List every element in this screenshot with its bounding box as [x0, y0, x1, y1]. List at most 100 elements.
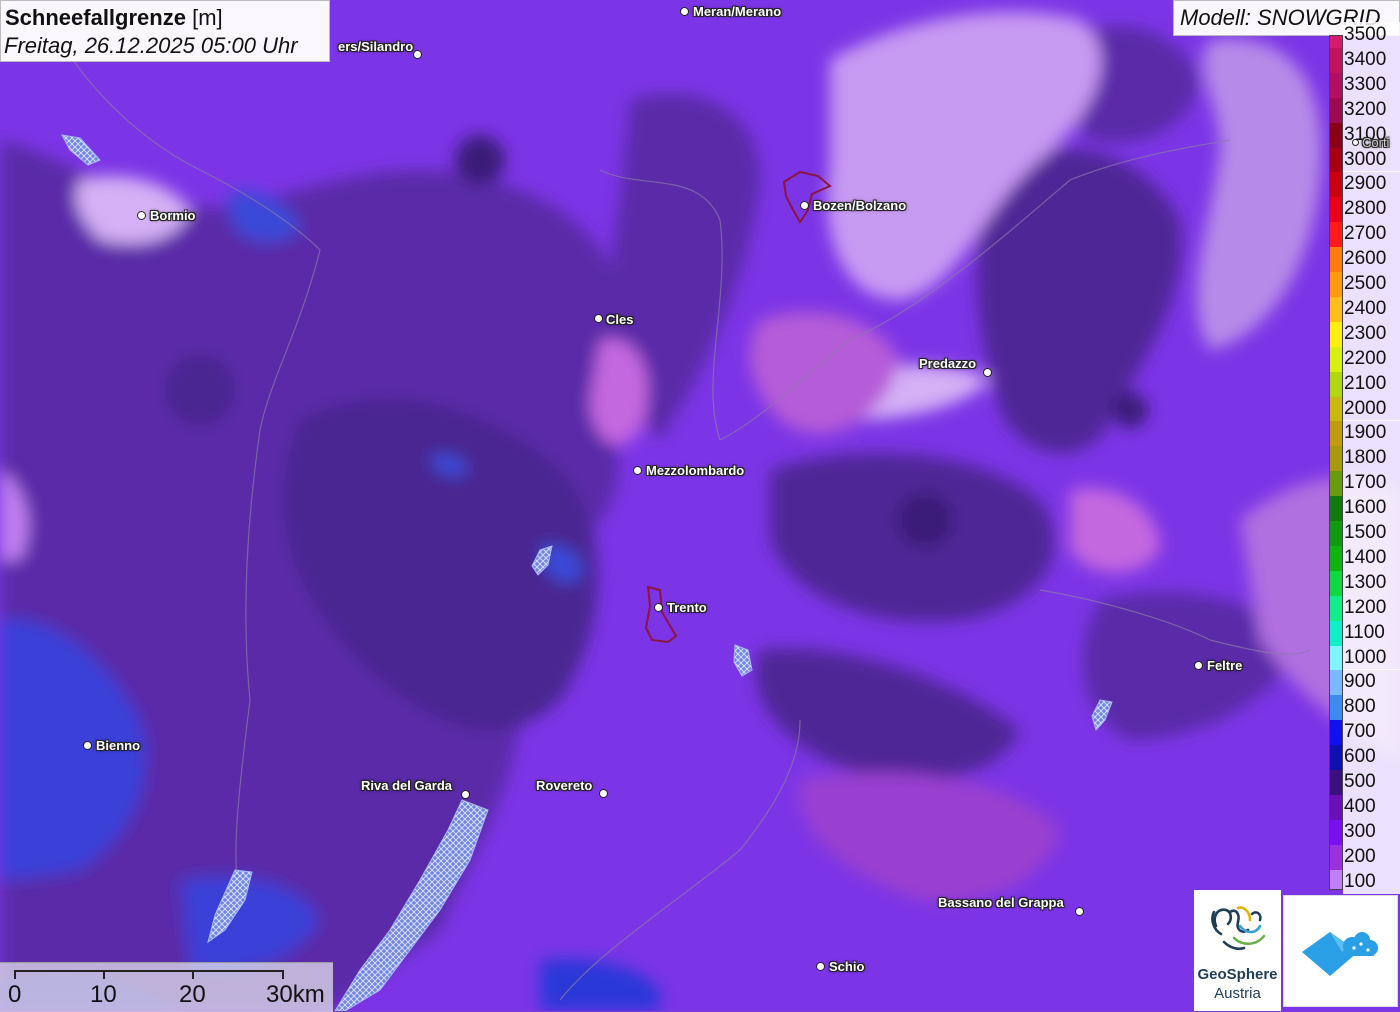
- legend-swatch-2000: [1330, 396, 1342, 422]
- city-label-riva-del-garda[interactable]: Riva del Garda: [361, 778, 452, 793]
- legend-swatch-2300: [1330, 321, 1342, 347]
- title-parameter-name: Schneefallgrenze: [5, 5, 186, 30]
- legend-swatch-900: [1330, 670, 1342, 696]
- scale-label-0: 0: [8, 981, 22, 1008]
- snowfall-limit-map[interactable]: [0, 0, 1400, 1011]
- scale-label-10: 10: [90, 981, 117, 1008]
- city-dot-riva-del-garda[interactable]: [461, 790, 470, 799]
- scale-tick-10: [103, 970, 105, 979]
- city-dot-bienno[interactable]: [83, 741, 92, 750]
- legend-swatch-100: [1330, 869, 1342, 889]
- legend-label-1200: 1200: [1343, 594, 1400, 620]
- city-dot-feltre[interactable]: [1194, 661, 1203, 670]
- legend-label-3200: 3200: [1343, 96, 1400, 122]
- scale-tick-30: [282, 970, 284, 979]
- city-dot-silandro[interactable]: [413, 50, 422, 59]
- city-dot-cortina[interactable]: [1352, 139, 1359, 146]
- legend-label-900: 900: [1343, 669, 1400, 695]
- city-dot-bolzano[interactable]: [800, 201, 809, 210]
- legend-swatch-3200: [1330, 97, 1342, 123]
- mountain-cloud-icon: [1302, 932, 1378, 976]
- city-label-cles[interactable]: Cles: [606, 312, 633, 327]
- scale-label-30km: 30km: [266, 981, 325, 1008]
- city-label-feltre[interactable]: Feltre: [1207, 658, 1242, 673]
- legend-swatch-1000: [1330, 645, 1342, 671]
- legend-swatch-800: [1330, 695, 1342, 721]
- legend-swatch-1500: [1330, 521, 1342, 546]
- city-label-mezzolombardo[interactable]: Mezzolombardo: [646, 463, 744, 478]
- legend-swatch-1600: [1330, 496, 1342, 522]
- city-dot-rovereto[interactable]: [599, 789, 608, 798]
- title-parameter: Schneefallgrenze [m]: [5, 5, 223, 31]
- legend-label-2500: 2500: [1343, 271, 1400, 296]
- legend-swatch-700: [1330, 720, 1342, 746]
- legend-swatch-3100: [1330, 122, 1342, 148]
- legend-swatch-2500: [1330, 272, 1342, 297]
- city-dot-merano[interactable]: [680, 7, 689, 16]
- legend-swatch-2800: [1330, 197, 1342, 223]
- city-dot-schio[interactable]: [816, 962, 825, 971]
- city-label-bolzano[interactable]: Bozen/Bolzano: [813, 198, 906, 213]
- legend-swatch-1900: [1330, 421, 1342, 447]
- city-label-merano[interactable]: Meran/Merano: [693, 4, 781, 19]
- city-label-bienno[interactable]: Bienno: [96, 738, 140, 753]
- legend-swatch-300: [1330, 819, 1342, 845]
- legend-swatch-600: [1330, 745, 1342, 771]
- title-datetime: Freitag, 26.12.2025 05:00 Uhr: [4, 33, 298, 58]
- title-unit: [m]: [192, 5, 223, 30]
- legend-label-3400: 3400: [1343, 46, 1400, 72]
- city-label-predazzo[interactable]: Predazzo: [919, 356, 976, 371]
- legend-swatch-1300: [1330, 570, 1342, 596]
- legend-swatch-400: [1330, 794, 1342, 820]
- legend-swatch-1800: [1330, 446, 1342, 472]
- legend-label-2300: 2300: [1343, 320, 1400, 346]
- legend-swatch-3300: [1330, 72, 1342, 98]
- legend-label-1000: 1000: [1343, 644, 1400, 670]
- legend-label-2200: 2200: [1343, 345, 1400, 371]
- legend-label-1100: 1100: [1343, 619, 1400, 645]
- legend-label-2600: 2600: [1343, 246, 1400, 272]
- city-dot-trento[interactable]: [654, 603, 663, 612]
- city-label-schio[interactable]: Schio: [829, 959, 864, 974]
- title-box: Schneefallgrenze [m] Freitag, 26.12.2025…: [0, 0, 330, 62]
- legend-label-3000: 3000: [1343, 146, 1400, 172]
- city-label-bassano[interactable]: Bassano del Grappa: [938, 895, 1064, 910]
- city-label-bormio[interactable]: Bormio: [150, 208, 196, 223]
- snowgrid-cloud-logo[interactable]: [1283, 895, 1398, 1007]
- scale-label-20: 20: [179, 981, 206, 1008]
- legend-swatch-200: [1330, 844, 1342, 870]
- city-label-trento[interactable]: Trento: [667, 600, 707, 615]
- legend-swatch-1400: [1330, 545, 1342, 571]
- geosphere-logo-line2: Austria: [1214, 985, 1261, 1002]
- legend-swatch-1100: [1330, 620, 1342, 646]
- legend-label-200: 200: [1343, 843, 1400, 869]
- legend-label-800: 800: [1343, 694, 1400, 720]
- legend-label-3500: 3500: [1343, 22, 1400, 47]
- legend-swatch-2200: [1330, 346, 1342, 372]
- geosphere-logo-line1: GeoSphere: [1197, 966, 1278, 983]
- city-dot-mezzolombardo[interactable]: [633, 466, 642, 475]
- geosphere-logo[interactable]: GeoSphere Austria: [1194, 890, 1281, 1011]
- scale-bar: 0 10 20 30km: [0, 962, 333, 1012]
- city-dot-predazzo[interactable]: [983, 368, 992, 377]
- geosphere-logo-icon: [1211, 906, 1266, 951]
- legend-swatch-2900: [1330, 172, 1342, 198]
- legend-label-1700: 1700: [1343, 470, 1400, 496]
- city-label-cortina[interactable]: Corti: [1362, 135, 1389, 150]
- legend-swatch-1700: [1330, 471, 1342, 497]
- legend-swatch-3000: [1330, 147, 1342, 173]
- city-dot-cles[interactable]: [594, 314, 603, 323]
- scale-tick-20: [192, 970, 194, 979]
- city-dot-bassano[interactable]: [1075, 907, 1084, 916]
- scale-tick-0: [14, 970, 16, 979]
- legend-label-300: 300: [1343, 818, 1400, 844]
- legend-label-2900: 2900: [1343, 171, 1400, 197]
- legend-label-2000: 2000: [1343, 395, 1400, 421]
- legend-swatch-2700: [1330, 222, 1342, 248]
- legend-label-2700: 2700: [1343, 221, 1400, 247]
- legend-label-2800: 2800: [1343, 196, 1400, 222]
- legend-label-1500: 1500: [1343, 520, 1400, 545]
- city-label-silandro[interactable]: ers/Silandro: [338, 39, 413, 54]
- city-dot-bormio[interactable]: [137, 211, 146, 220]
- city-label-rovereto[interactable]: Rovereto: [536, 778, 592, 793]
